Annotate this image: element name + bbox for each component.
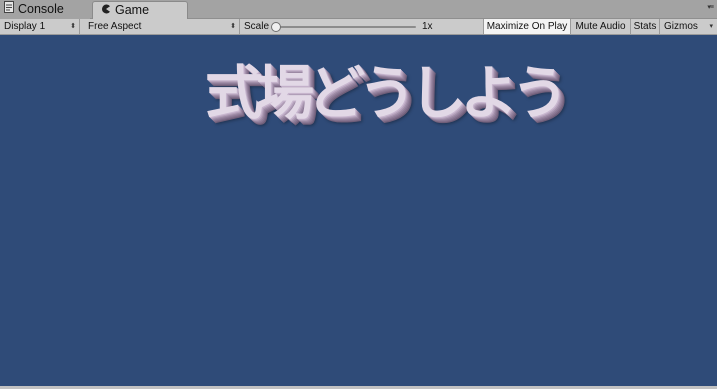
tab-bar: Console Game ▾≡ [0,0,717,19]
stats-toggle[interactable]: Stats [630,19,659,34]
game-toolbar: Display 1 ⬍ Free Aspect ⬍ Scale 1x Maxim… [0,19,717,35]
tab-game-label: Game [115,3,150,18]
scale-slider-thumb[interactable] [271,22,281,32]
aspect-select-value: Free Aspect [88,21,142,32]
scale-slider-track[interactable] [276,26,416,28]
display-select[interactable]: Display 1 ⬍ [0,19,80,34]
scale-value: 1x [422,21,433,32]
mute-audio-toggle[interactable]: Mute Audio [570,19,630,34]
dropdown-arrow-icon: ▾ [709,23,713,30]
gizmos-menu[interactable]: Gizmos ▾ [659,19,713,34]
window-menu-icon[interactable]: ▾≡ [707,4,714,11]
updown-arrow-icon: ⬍ [230,23,236,30]
tab-game[interactable]: Game [92,1,188,19]
display-select-value: Display 1 [4,21,46,32]
gizmos-label: Gizmos [664,21,698,32]
tab-console-label: Console [18,2,64,17]
console-icon [4,1,14,18]
pacman-icon [101,2,111,19]
game-viewport[interactable]: 式場どうしよう [0,35,717,386]
aspect-select[interactable]: Free Aspect ⬍ [84,19,240,34]
game-3d-text: 式場どうしよう [205,59,569,127]
tab-console[interactable]: Console [0,1,90,19]
updown-arrow-icon: ⬍ [70,23,76,30]
maximize-on-play-toggle[interactable]: Maximize On Play [483,19,570,34]
